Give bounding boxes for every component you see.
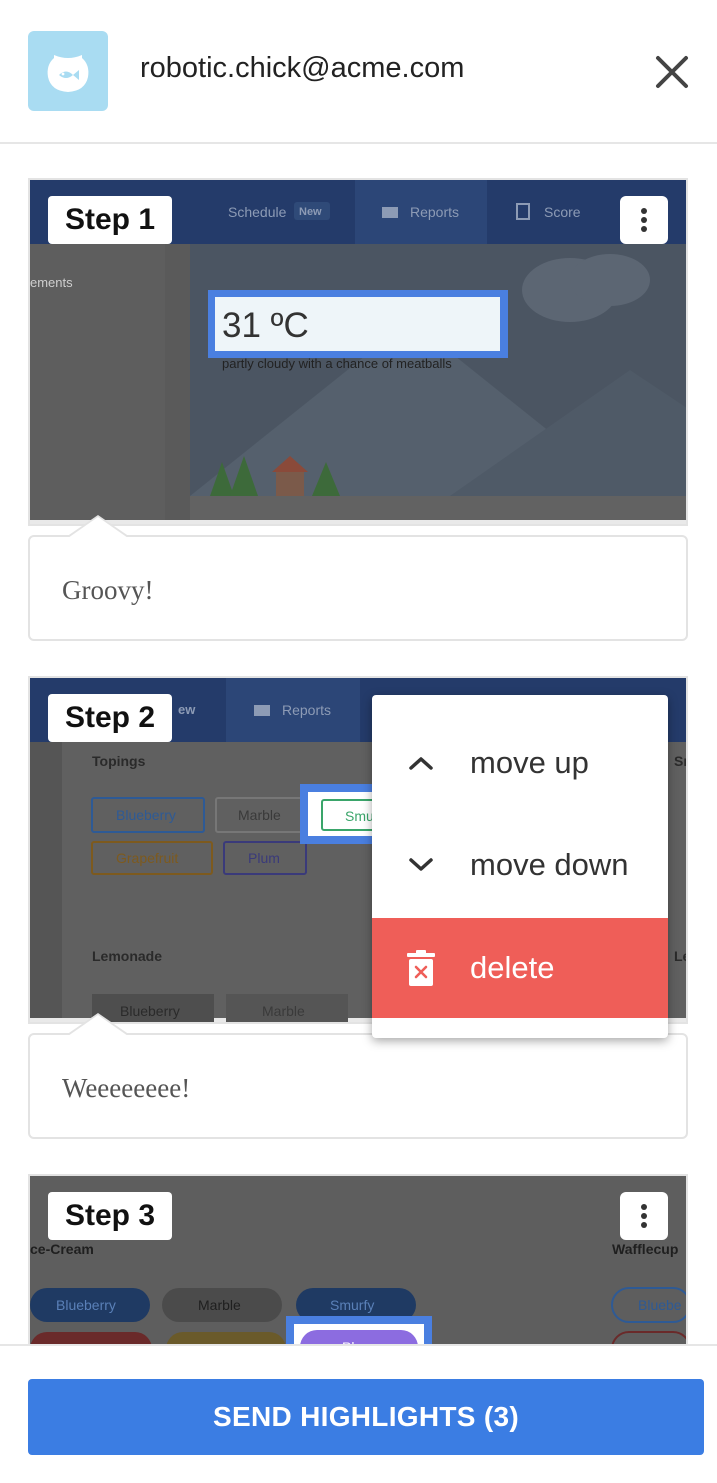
chip-blueberry: Blueberry	[56, 1297, 116, 1313]
section-topings: Topings	[92, 753, 146, 769]
comment-pointer	[66, 515, 130, 538]
avatar[interactable]	[28, 31, 108, 111]
send-highlights-button[interactable]: SEND HIGHLIGHTS (3)	[28, 1379, 704, 1455]
close-button[interactable]	[652, 52, 692, 92]
weather-caption: partly cloudy with a chance of meatballs	[222, 356, 452, 371]
step-1-badge: Step 1	[48, 196, 173, 244]
step-1-more-button[interactable]	[620, 196, 668, 244]
nav-new-badge: New	[299, 206, 322, 218]
chevron-up-icon	[372, 755, 470, 771]
footer: SEND HIGHLIGHTS (3)	[0, 1344, 717, 1483]
menu-delete[interactable]: delete	[372, 918, 668, 1018]
section-ice-cream: ce-Cream	[30, 1241, 94, 1257]
chip-plum: Plum	[248, 850, 280, 866]
step-2-comment-text: Weeeeeeee!	[62, 1073, 191, 1103]
right-fragment-1: Sr	[674, 753, 688, 769]
menu-move-down-label: move down	[470, 847, 629, 882]
chip-marble: Marble	[198, 1297, 241, 1313]
more-vertical-icon	[641, 208, 647, 232]
close-icon	[656, 56, 688, 88]
menu-delete-label: delete	[470, 950, 555, 985]
trash-icon	[372, 950, 470, 986]
more-vertical-icon	[641, 1204, 647, 1228]
nav-fragment: ew	[178, 702, 196, 717]
nav-reports: Reports	[410, 204, 459, 220]
section-lemonade: Lemonade	[92, 948, 162, 964]
step-1-comment-text: Groovy!	[62, 575, 154, 605]
step-options-menu: move up move down delete	[372, 695, 668, 1038]
nav-reports: Reports	[282, 702, 331, 718]
menu-move-up[interactable]: move up	[372, 713, 668, 813]
weather-value: 31 ºC	[222, 306, 309, 345]
right-fragment-2: Le	[674, 948, 688, 964]
chip-smurfy-highlight: Smu	[345, 808, 374, 824]
fishbowl-icon	[47, 55, 89, 92]
step-2-badge: Step 2	[48, 694, 173, 742]
header: robotic.chick@acme.com	[0, 0, 717, 144]
chip-marble-2: Marble	[262, 1003, 305, 1019]
sidebar-text: ements	[30, 275, 73, 290]
chip-grapefruit: Grapefruit	[116, 850, 178, 866]
step-3-more-button[interactable]	[620, 1192, 668, 1240]
section-wafflecup: Wafflecup	[612, 1241, 678, 1257]
step-3-badge: Step 3	[48, 1192, 173, 1240]
comment-pointer	[66, 1013, 130, 1036]
menu-move-up-label: move up	[470, 745, 589, 780]
chip-blueberry: Blueberry	[116, 807, 176, 823]
menu-move-down[interactable]: move down	[372, 815, 668, 915]
chevron-down-icon	[372, 857, 470, 873]
chip-marble: Marble	[238, 807, 281, 823]
chip-smurfy: Smurfy	[330, 1297, 374, 1313]
nav-score: Score	[544, 204, 581, 220]
step-1-comment[interactable]: Groovy!	[28, 515, 688, 641]
user-email: robotic.chick@acme.com	[140, 52, 465, 84]
step-2-comment[interactable]: Weeeeeeee!	[28, 1013, 688, 1139]
nav-schedule: Schedule	[228, 204, 287, 220]
chip-right-fragment: Bluebe	[638, 1297, 682, 1313]
